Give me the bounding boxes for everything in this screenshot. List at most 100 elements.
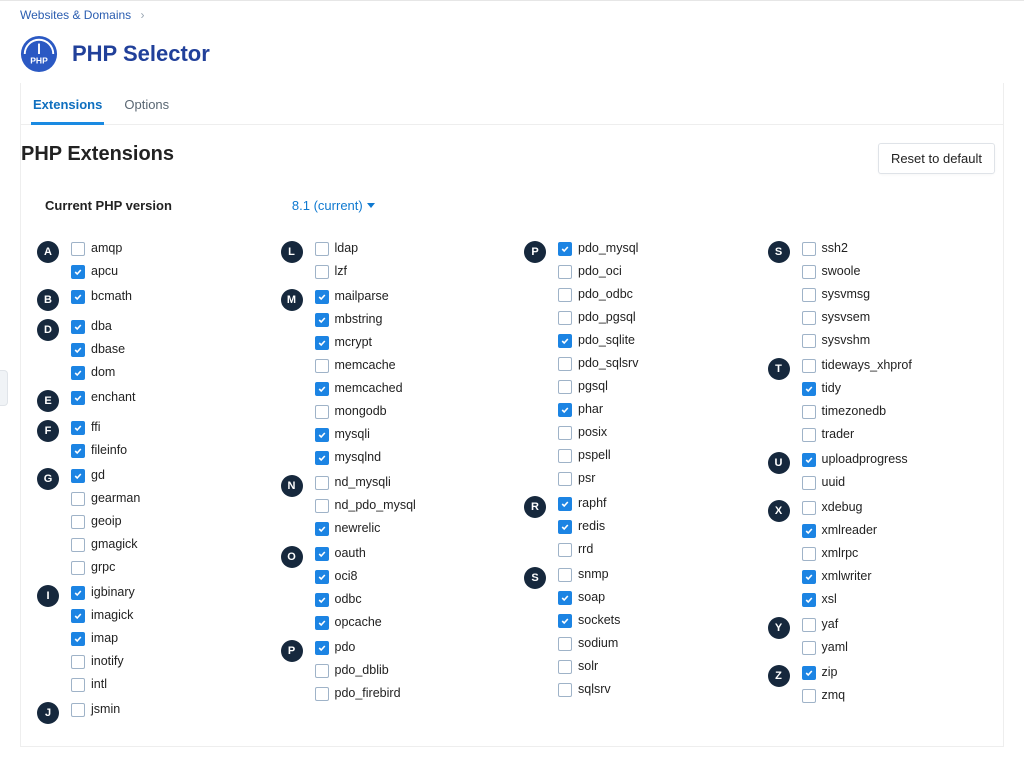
extension-xmlwriter[interactable]: xmlwriter	[802, 567, 878, 586]
checkbox[interactable]	[558, 334, 572, 348]
extension-sockets[interactable]: sockets	[558, 611, 620, 630]
extension-pdo[interactable]: pdo	[315, 638, 401, 657]
extension-xmlrpc[interactable]: xmlrpc	[802, 544, 878, 563]
extension-nd_mysqli[interactable]: nd_mysqli	[315, 473, 416, 492]
checkbox[interactable]	[315, 290, 329, 304]
checkbox[interactable]	[558, 357, 572, 371]
extension-intl[interactable]: intl	[71, 675, 135, 694]
extension-pdo_odbc[interactable]: pdo_odbc	[558, 285, 638, 304]
extension-pdo_pgsql[interactable]: pdo_pgsql	[558, 308, 638, 327]
extension-sysvshm[interactable]: sysvshm	[802, 331, 871, 350]
extension-zmq[interactable]: zmq	[802, 686, 846, 705]
checkbox[interactable]	[71, 320, 85, 334]
extension-oci8[interactable]: oci8	[315, 567, 382, 586]
checkbox[interactable]	[315, 313, 329, 327]
checkbox[interactable]	[71, 586, 85, 600]
extension-sqlsrv[interactable]: sqlsrv	[558, 680, 620, 699]
checkbox[interactable]	[558, 242, 572, 256]
extension-pdo_sqlite[interactable]: pdo_sqlite	[558, 331, 638, 350]
checkbox[interactable]	[558, 426, 572, 440]
extension-soap[interactable]: soap	[558, 588, 620, 607]
extension-tidy[interactable]: tidy	[802, 379, 912, 398]
extension-pdo_mysql[interactable]: pdo_mysql	[558, 239, 638, 258]
checkbox[interactable]	[71, 561, 85, 575]
checkbox[interactable]	[315, 359, 329, 373]
extension-timezonedb[interactable]: timezonedb	[802, 402, 912, 421]
extension-fileinfo[interactable]: fileinfo	[71, 441, 127, 460]
extension-geoip[interactable]: geoip	[71, 512, 140, 531]
extension-uuid[interactable]: uuid	[802, 473, 908, 492]
checkbox[interactable]	[71, 632, 85, 646]
checkbox[interactable]	[802, 666, 816, 680]
extension-sodium[interactable]: sodium	[558, 634, 620, 653]
extension-psr[interactable]: psr	[558, 469, 638, 488]
extension-xmlreader[interactable]: xmlreader	[802, 521, 878, 540]
checkbox[interactable]	[558, 568, 572, 582]
checkbox[interactable]	[802, 593, 816, 607]
checkbox[interactable]	[71, 421, 85, 435]
extension-trader[interactable]: trader	[802, 425, 912, 444]
extension-mailparse[interactable]: mailparse	[315, 287, 403, 306]
checkbox[interactable]	[315, 382, 329, 396]
extension-inotify[interactable]: inotify	[71, 652, 135, 671]
extension-sysvsem[interactable]: sysvsem	[802, 308, 871, 327]
extension-memcache[interactable]: memcache	[315, 356, 403, 375]
checkbox[interactable]	[558, 520, 572, 534]
extension-swoole[interactable]: swoole	[802, 262, 871, 281]
extension-pdo_firebird[interactable]: pdo_firebird	[315, 684, 401, 703]
extension-xdebug[interactable]: xdebug	[802, 498, 878, 517]
checkbox[interactable]	[802, 453, 816, 467]
checkbox[interactable]	[802, 641, 816, 655]
extension-mysqlnd[interactable]: mysqlnd	[315, 448, 403, 467]
checkbox[interactable]	[71, 391, 85, 405]
checkbox[interactable]	[315, 547, 329, 561]
checkbox[interactable]	[71, 366, 85, 380]
extension-mysqli[interactable]: mysqli	[315, 425, 403, 444]
extension-ffi[interactable]: ffi	[71, 418, 127, 437]
extension-lzf[interactable]: lzf	[315, 262, 359, 281]
extension-amqp[interactable]: amqp	[71, 239, 122, 258]
checkbox[interactable]	[558, 683, 572, 697]
checkbox[interactable]	[558, 660, 572, 674]
php-version-select[interactable]: 8.1 (current)	[292, 198, 375, 213]
extension-odbc[interactable]: odbc	[315, 590, 382, 609]
extension-dba[interactable]: dba	[71, 317, 125, 336]
checkbox[interactable]	[802, 265, 816, 279]
checkbox[interactable]	[71, 469, 85, 483]
checkbox[interactable]	[315, 451, 329, 465]
checkbox[interactable]	[558, 380, 572, 394]
extension-mongodb[interactable]: mongodb	[315, 402, 403, 421]
extension-nd_pdo_mysql[interactable]: nd_pdo_mysql	[315, 496, 416, 515]
extension-ldap[interactable]: ldap	[315, 239, 359, 258]
checkbox[interactable]	[558, 472, 572, 486]
checkbox[interactable]	[802, 359, 816, 373]
checkbox[interactable]	[558, 591, 572, 605]
checkbox[interactable]	[71, 492, 85, 506]
checkbox[interactable]	[315, 428, 329, 442]
extension-newrelic[interactable]: newrelic	[315, 519, 416, 538]
checkbox[interactable]	[802, 570, 816, 584]
checkbox[interactable]	[71, 444, 85, 458]
checkbox[interactable]	[802, 547, 816, 561]
checkbox[interactable]	[558, 403, 572, 417]
checkbox[interactable]	[315, 593, 329, 607]
checkbox[interactable]	[71, 242, 85, 256]
checkbox[interactable]	[558, 497, 572, 511]
checkbox[interactable]	[802, 689, 816, 703]
checkbox[interactable]	[558, 449, 572, 463]
checkbox[interactable]	[315, 687, 329, 701]
checkbox[interactable]	[558, 543, 572, 557]
extension-ssh2[interactable]: ssh2	[802, 239, 871, 258]
extension-bcmath[interactable]: bcmath	[71, 287, 132, 306]
extension-rrd[interactable]: rrd	[558, 540, 607, 559]
checkbox[interactable]	[802, 524, 816, 538]
checkbox[interactable]	[802, 428, 816, 442]
checkbox[interactable]	[558, 614, 572, 628]
extension-grpc[interactable]: grpc	[71, 558, 140, 577]
extension-uploadprogress[interactable]: uploadprogress	[802, 450, 908, 469]
extension-yaf[interactable]: yaf	[802, 615, 848, 634]
checkbox[interactable]	[71, 343, 85, 357]
checkbox[interactable]	[802, 618, 816, 632]
checkbox[interactable]	[558, 637, 572, 651]
extension-dom[interactable]: dom	[71, 363, 125, 382]
